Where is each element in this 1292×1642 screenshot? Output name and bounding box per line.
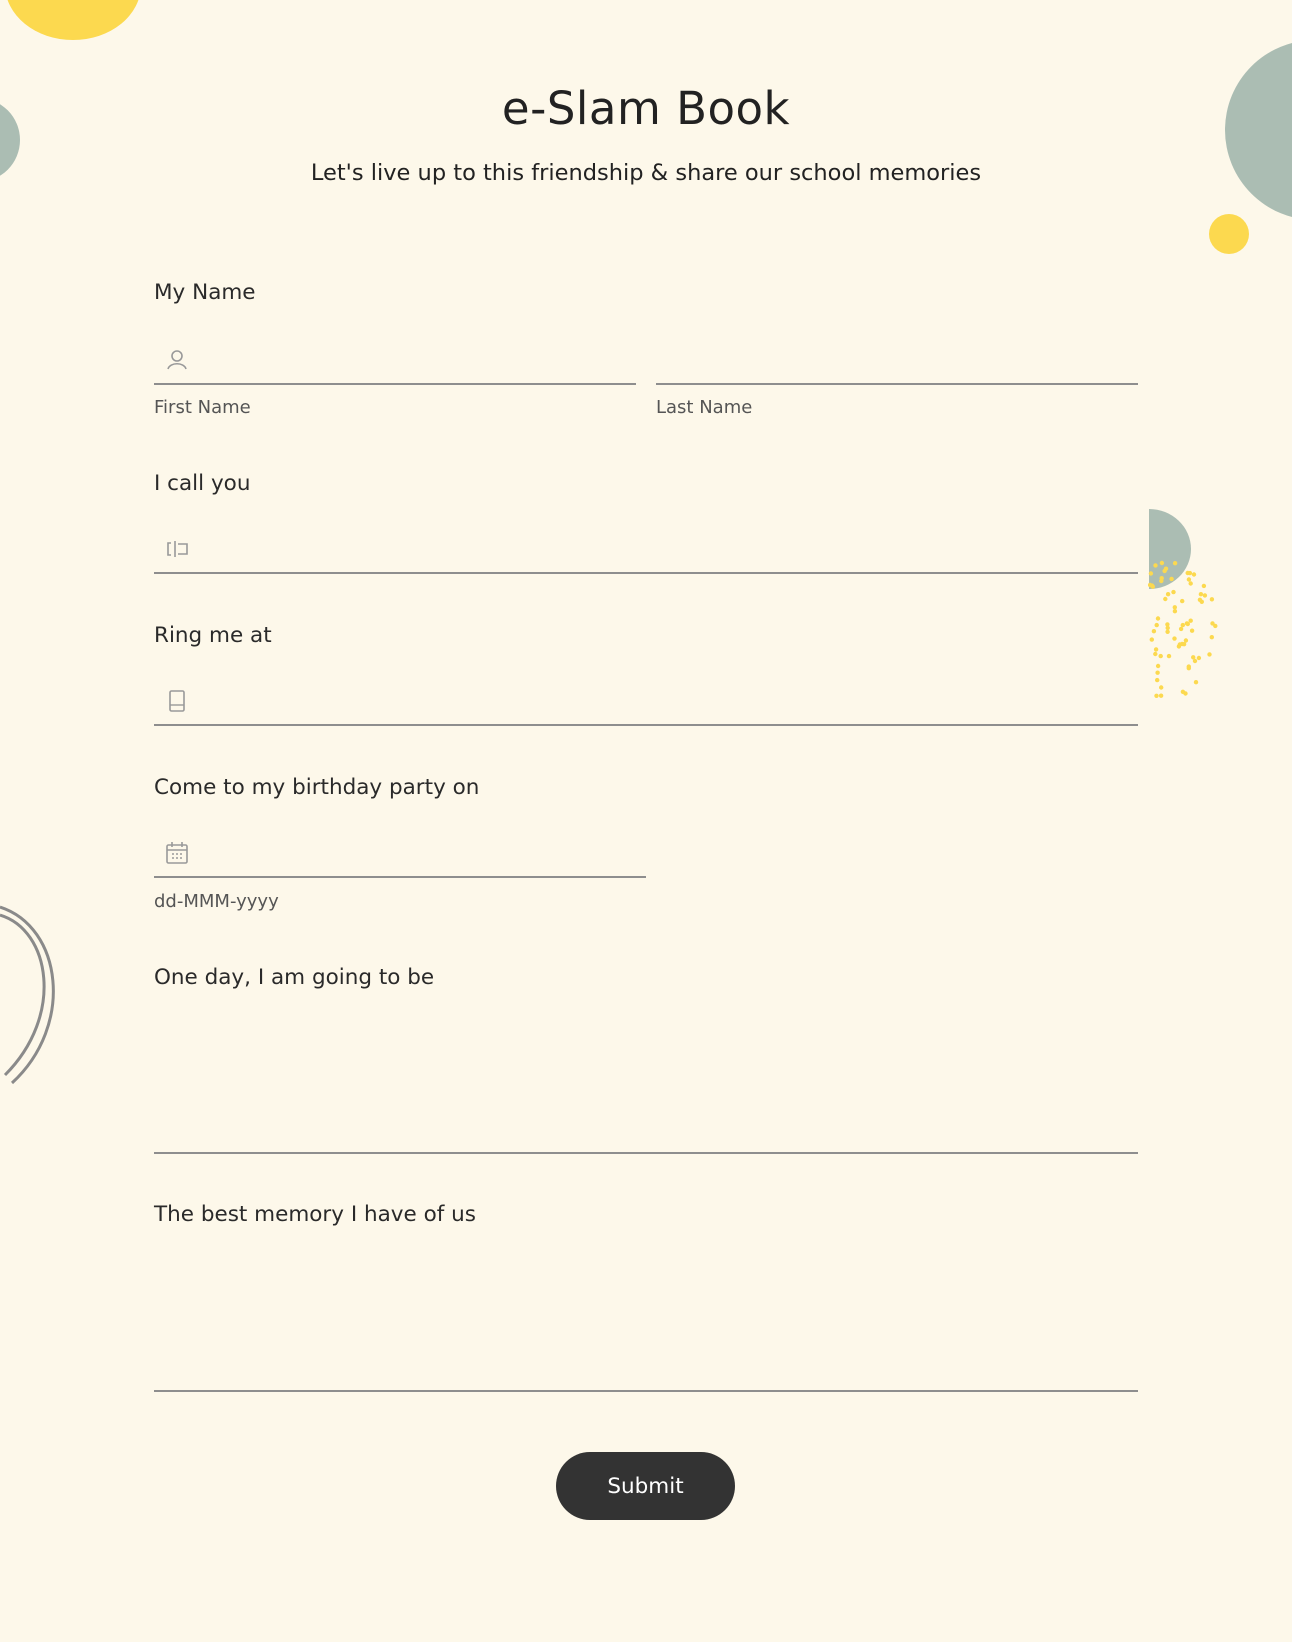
name-label: My Name [154, 280, 256, 305]
last-name-field-wrapper [656, 337, 1138, 385]
last-name-sublabel: Last Name [656, 397, 753, 418]
memory-label: The best memory I have of us [154, 1202, 476, 1227]
page-subtitle: Let's live up to this friendship & share… [310, 160, 982, 186]
first-name-input[interactable] [154, 337, 636, 383]
first-name-sublabel: First Name [154, 397, 251, 418]
memory-field-wrapper [154, 1248, 1138, 1392]
decoration-gray-arcs-left [0, 905, 55, 1085]
future-textarea[interactable] [154, 1010, 1138, 1152]
last-name-input[interactable] [656, 337, 1138, 383]
phone-input[interactable] [154, 678, 1138, 724]
page-title: e-Slam Book [501, 82, 791, 135]
nickname-field-wrapper [154, 526, 1138, 574]
future-field-wrapper [154, 1010, 1138, 1154]
birthday-input[interactable] [154, 830, 646, 876]
future-label: One day, I am going to be [154, 965, 435, 990]
phone-field-wrapper [154, 678, 1138, 726]
birthday-label: Come to my birthday party on [154, 775, 480, 800]
nickname-input[interactable] [154, 526, 1138, 572]
submit-button[interactable]: Submit [556, 1452, 735, 1520]
first-name-field-wrapper [154, 337, 636, 385]
birthday-field-wrapper [154, 830, 646, 878]
nickname-label: I call you [154, 471, 251, 496]
memory-textarea[interactable] [154, 1248, 1138, 1390]
phone-label: Ring me at [154, 623, 272, 648]
birthday-format-hint: dd-MMM-yyyy [154, 891, 279, 912]
decoration-yellow-blob-top-left [7, 0, 139, 40]
decoration-yellow-dot-top-right [1209, 214, 1249, 254]
decoration-yellow-dot-pattern [1148, 560, 1218, 698]
